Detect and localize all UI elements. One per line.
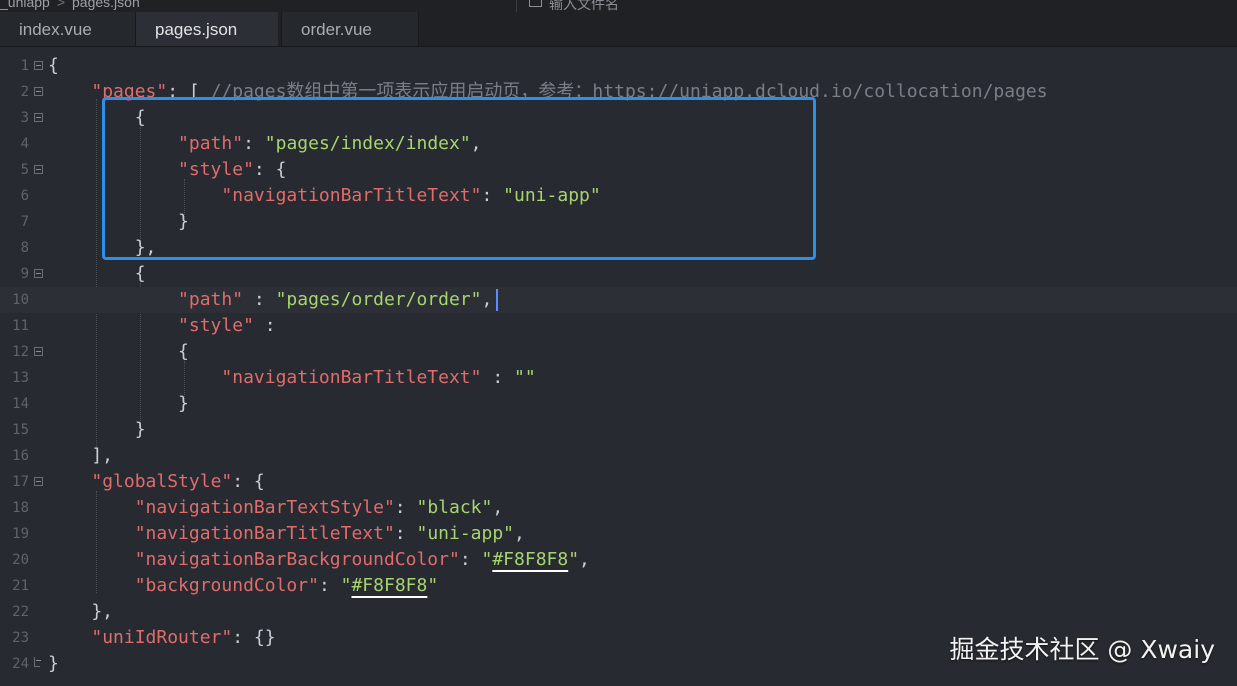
code-text: } — [48, 419, 146, 440]
line-number: 21 — [12, 578, 29, 594]
file-search-placeholder[interactable]: 输入文件名 — [549, 0, 619, 12]
fold-toggle-icon[interactable] — [34, 61, 43, 70]
file-search-box[interactable]: 输入文件名 — [516, 0, 1237, 12]
code-line: 19 "navigationBarTitleText": "uni-app", — [0, 521, 1237, 547]
line-number: 15 — [12, 422, 29, 438]
line-number: 24 — [12, 656, 29, 672]
code-line: 16 ], — [0, 443, 1237, 469]
code-line: 13 "navigationBarTitleText" : "" — [0, 365, 1237, 391]
breadcrumb-project[interactable]: _uniapp — [0, 0, 50, 10]
code-text: } — [48, 393, 189, 414]
code-line: 9 { — [0, 261, 1237, 287]
code-line: 20 "navigationBarBackgroundColor": "#F8F… — [0, 547, 1237, 573]
fold-toggle-icon[interactable] — [34, 87, 43, 96]
fold-toggle-icon[interactable] — [34, 269, 43, 278]
code-text: { — [48, 263, 146, 284]
token-key: "navigationBarTitleText" — [134, 523, 395, 544]
line-number: 11 — [12, 318, 29, 334]
breadcrumb-separator: > — [56, 0, 66, 10]
line-number: 13 — [12, 370, 29, 386]
fold-toggle-icon[interactable] — [34, 477, 43, 486]
code-line: 11 "style" : — [0, 313, 1237, 339]
line-number: 14 — [12, 396, 29, 412]
token-string: "uni-app" — [416, 523, 515, 544]
line-number: 22 — [12, 604, 29, 620]
code-line: 1 { — [0, 53, 1237, 79]
code-text: ], — [48, 445, 114, 466]
title-strip: _uniapp > pages.json 输入文件名 — [0, 0, 1237, 12]
token-key: "navigationBarTextStyle" — [134, 497, 395, 518]
line-number: 20 — [12, 552, 29, 568]
line-number: 19 — [12, 526, 29, 542]
line-number: 10 — [12, 292, 29, 308]
fold-toggle-icon[interactable] — [34, 165, 43, 174]
line-number: 4 — [20, 136, 29, 152]
code-text: { — [48, 341, 189, 362]
code-text: }, — [48, 601, 114, 622]
highlight-annotation-box — [102, 97, 816, 260]
tab-pages-json[interactable]: pages.json — [136, 12, 278, 46]
line-number: 23 — [12, 630, 29, 646]
code-text: "path" : "pages/order/order", — [178, 289, 493, 310]
token-key: "uniIdRouter" — [91, 627, 233, 648]
line-number: 3 — [20, 110, 29, 126]
token-key: "backgroundColor" — [134, 575, 319, 596]
line-number: 18 — [12, 500, 29, 516]
code-text: "style" : — [178, 315, 276, 336]
line-number: 9 — [20, 266, 29, 282]
code-text: "globalStyle": { — [91, 471, 265, 492]
code-text: "navigationBarBackgroundColor": "#F8F8F8… — [134, 549, 590, 570]
line-number: 8 — [20, 240, 29, 256]
file-search-icon — [529, 0, 542, 7]
code-line: 14 } — [0, 391, 1237, 417]
token-string: "" — [514, 367, 536, 388]
code-line: 18 "navigationBarTextStyle": "black", — [0, 495, 1237, 521]
line-number: 7 — [20, 214, 29, 230]
code-line: 22 }, — [0, 599, 1237, 625]
code-line: 17 "globalStyle": { — [0, 469, 1237, 495]
code-text: "navigationBarTitleText": "uni-app", — [134, 523, 525, 544]
code-text: "backgroundColor": "#F8F8F8" — [134, 575, 439, 596]
breadcrumb: _uniapp > pages.json — [0, 0, 140, 10]
line-number: 17 — [12, 474, 29, 490]
token-key: "path" — [178, 289, 244, 310]
token-key: "navigationBarBackgroundColor" — [134, 549, 460, 570]
code-line: 15 } — [0, 417, 1237, 443]
code-text: "uniIdRouter": {} — [91, 627, 276, 648]
text-caret — [496, 289, 498, 311]
token-key: "navigationBarTitleText" — [221, 367, 482, 388]
line-number: 5 — [20, 162, 29, 178]
editor-tab-bar: index.vue pages.json order.vue — [0, 12, 1237, 47]
line-number: 16 — [12, 448, 29, 464]
line-number: 6 — [20, 188, 29, 204]
tab-index-vue[interactable]: index.vue — [0, 12, 136, 46]
line-number: 1 — [20, 58, 29, 74]
watermark: 掘金技术社区 @ Xwaiy — [949, 635, 1215, 664]
breadcrumb-file[interactable]: pages.json — [72, 0, 140, 10]
tab-order-vue[interactable]: order.vue — [281, 12, 419, 46]
token-key: "style" — [178, 315, 254, 336]
color-swatch-value[interactable]: #F8F8F8 — [351, 575, 427, 596]
fold-end-icon — [34, 657, 41, 667]
code-line: 12 { — [0, 339, 1237, 365]
code-text: } — [48, 653, 59, 674]
token-string: "pages/order/order" — [275, 289, 482, 310]
code-text: "navigationBarTitleText" : "" — [221, 367, 536, 388]
token-string: "black" — [416, 497, 493, 518]
token-key: "globalStyle" — [91, 471, 233, 492]
fold-toggle-icon[interactable] — [34, 347, 43, 356]
code-line-current: 10 "path" : "pages/order/order", — [0, 287, 1237, 313]
code-line: 21 "backgroundColor": "#F8F8F8" — [0, 573, 1237, 599]
color-swatch-value[interactable]: #F8F8F8 — [492, 549, 568, 570]
code-text: "navigationBarTextStyle": "black", — [134, 497, 504, 518]
line-number: 12 — [12, 344, 29, 360]
code-text: { — [48, 55, 59, 76]
fold-toggle-icon[interactable] — [34, 113, 43, 122]
line-number: 2 — [20, 84, 29, 100]
